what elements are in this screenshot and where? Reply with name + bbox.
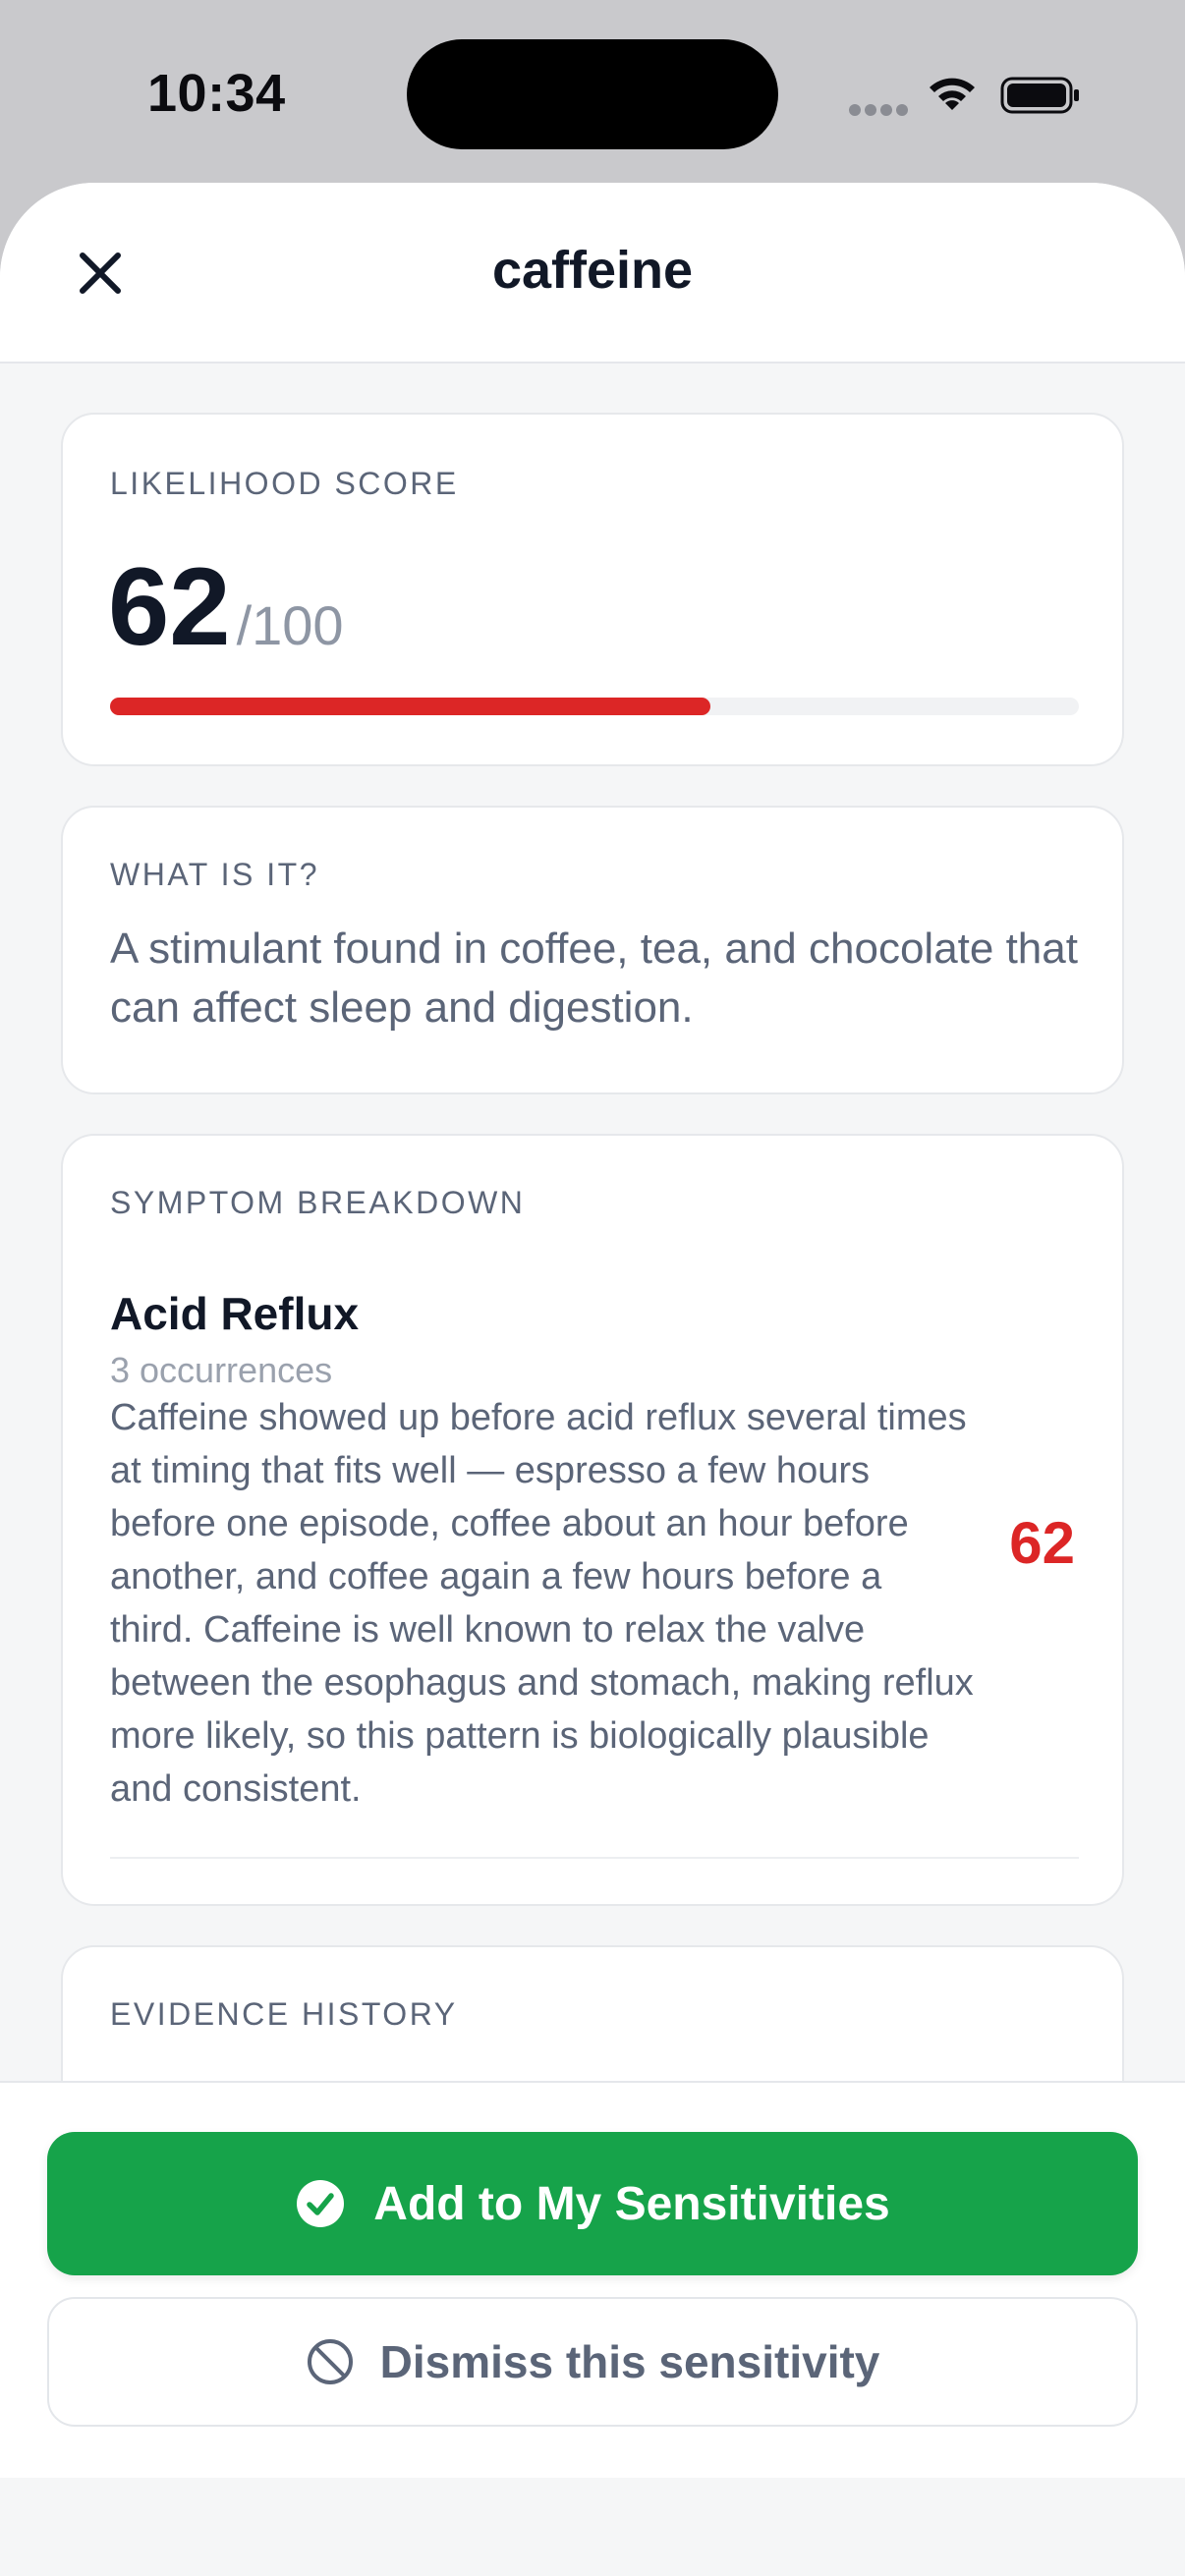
- status-bar: 10:34: [0, 0, 1185, 187]
- check-circle-icon: [297, 2180, 345, 2227]
- likelihood-progress-fill: [110, 698, 711, 715]
- what-is-it-text: A stimulant found in coffee, tea, and ch…: [110, 924, 1078, 1032]
- symptom-breakdown-label: SYMPTOM BREAKDOWN: [110, 1185, 526, 1220]
- action-bar: Add to My Sensitivities Dismiss this sen…: [0, 2081, 1185, 2478]
- dynamic-island: [407, 39, 778, 149]
- symptom-name: Acid Reflux: [110, 1288, 360, 1339]
- symptom-score: 62: [1009, 1510, 1075, 1576]
- evidence-history-label: EVIDENCE HISTORY: [110, 1996, 458, 2032]
- likelihood-max: /100: [236, 594, 344, 656]
- likelihood-score-card: LIKELIHOOD SCORE 62 /100: [61, 413, 1124, 766]
- likelihood-progress-bar: [110, 698, 1079, 715]
- likelihood-score: 62: [108, 545, 231, 668]
- likelihood-label: LIKELIHOOD SCORE: [110, 466, 459, 501]
- symptom-breakdown-card: SYMPTOM BREAKDOWN Acid Reflux 3 occurren…: [61, 1134, 1124, 1906]
- sheet-header: caffeine: [0, 183, 1185, 364]
- sheet-title: caffeine: [491, 241, 694, 300]
- score-row: 62 /100: [108, 552, 344, 662]
- symptom-occurrences: 3 occurrences: [110, 1350, 333, 1390]
- status-time: 10:34: [147, 64, 286, 123]
- block-icon: [307, 2339, 353, 2384]
- battery-icon: [1000, 77, 1079, 114]
- symptom-divider: [110, 1857, 1079, 1859]
- dismiss-sensitivity-label: Dismiss this sensitivity: [379, 2336, 880, 2387]
- add-to-sensitivities-button[interactable]: Add to My Sensitivities: [47, 2132, 1138, 2275]
- add-to-sensitivities-label: Add to My Sensitivities: [373, 2177, 890, 2230]
- what-is-it-card: WHAT IS IT? A stimulant found in coffee,…: [61, 806, 1124, 1094]
- detail-sheet: caffeine LIKELIHOOD SCORE 62 /100 WHAT I…: [0, 183, 1185, 2576]
- cellular-signal-icon: [849, 104, 910, 118]
- wifi-icon: [930, 78, 975, 110]
- what-is-it-label: WHAT IS IT?: [110, 857, 319, 892]
- dismiss-sensitivity-button[interactable]: Dismiss this sensitivity: [47, 2297, 1138, 2427]
- symptom-description: Caffeine showed up before acid reflux se…: [110, 1397, 974, 1810]
